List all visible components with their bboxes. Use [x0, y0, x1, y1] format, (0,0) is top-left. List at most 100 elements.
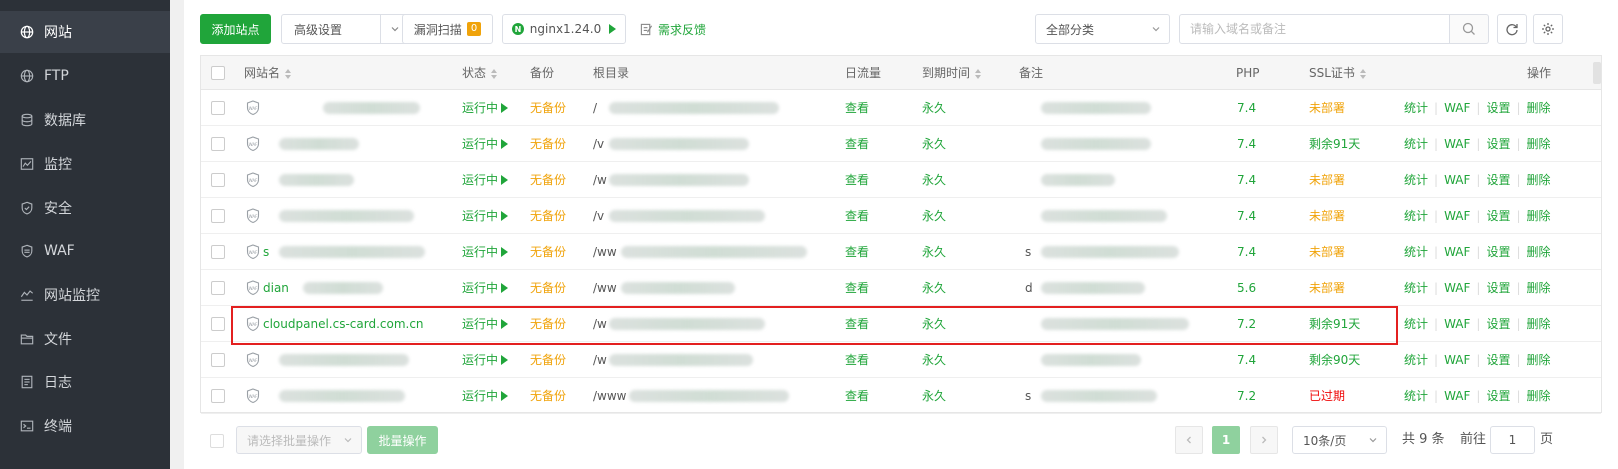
remark-field[interactable]: d [1025, 270, 1033, 306]
traffic-view-link[interactable]: 查看 [845, 162, 869, 198]
delete-link[interactable]: 删除 [1527, 353, 1551, 367]
page-number[interactable]: 1 [1212, 426, 1240, 454]
remark-field[interactable]: s [1025, 378, 1031, 414]
root-dir-link[interactable]: /w [593, 162, 607, 198]
waf-link[interactable]: WAF [1444, 101, 1470, 115]
stats-link[interactable]: 统计 [1404, 137, 1428, 151]
traffic-view-link[interactable]: 查看 [845, 198, 869, 234]
status-toggle[interactable]: 运行中 [462, 306, 509, 342]
expire-date-link[interactable]: 永久 [922, 162, 946, 198]
backup-link[interactable]: 无备份 [530, 342, 566, 378]
sidebar-item-ftp[interactable]: FTP [0, 55, 170, 97]
settings-button[interactable] [1533, 14, 1563, 44]
page-size-select[interactable]: 10条/页 [1292, 426, 1387, 454]
php-version-link[interactable]: 7.4 [1237, 90, 1256, 126]
php-version-link[interactable]: 7.4 [1237, 126, 1256, 162]
root-dir-link[interactable]: /w [593, 306, 607, 342]
col-expire[interactable]: 到期时间 [922, 56, 982, 90]
settings-link[interactable]: 设置 [1486, 353, 1510, 367]
settings-link[interactable]: 设置 [1486, 389, 1510, 403]
ssl-status-link[interactable]: 剩余91天 [1309, 126, 1360, 162]
goto-page-input[interactable] [1490, 426, 1535, 454]
feedback-link[interactable]: 需求反馈 [640, 14, 706, 44]
sidebar-item-website[interactable]: 网站 [0, 11, 170, 53]
settings-link[interactable]: 设置 [1486, 101, 1510, 115]
batch-action-select[interactable]: 请选择批量操作 [236, 426, 362, 454]
row-checkbox[interactable] [211, 317, 225, 331]
expire-date-link[interactable]: 永久 [922, 342, 946, 378]
waf-link[interactable]: WAF [1444, 389, 1470, 403]
delete-link[interactable]: 删除 [1527, 281, 1551, 295]
sidebar-item-security[interactable]: 安全 [0, 187, 170, 229]
status-toggle[interactable]: 运行中 [462, 162, 509, 198]
row-checkbox[interactable] [211, 101, 225, 115]
backup-link[interactable]: 无备份 [530, 234, 566, 270]
status-toggle[interactable]: 运行中 [462, 378, 509, 414]
root-dir-link[interactable]: /ww [593, 270, 617, 306]
sidebar-item-logs[interactable]: 日志 [0, 361, 170, 403]
delete-link[interactable]: 删除 [1527, 209, 1551, 223]
ssl-status-link[interactable]: 剩余90天 [1309, 342, 1360, 378]
php-version-link[interactable]: 7.4 [1237, 234, 1256, 270]
expire-date-link[interactable]: 永久 [922, 198, 946, 234]
sidebar-item-terminal[interactable]: 终端 [0, 405, 170, 447]
traffic-view-link[interactable]: 查看 [845, 306, 869, 342]
root-dir-link[interactable]: /v [593, 126, 604, 162]
remark-field[interactable]: s [1025, 234, 1031, 270]
status-toggle[interactable]: 运行中 [462, 126, 509, 162]
waf-link[interactable]: WAF [1444, 245, 1470, 259]
delete-link[interactable]: 删除 [1527, 317, 1551, 331]
php-version-link[interactable]: 7.4 [1237, 198, 1256, 234]
waf-link[interactable]: WAF [1444, 137, 1470, 151]
waf-link[interactable]: WAF [1444, 209, 1470, 223]
row-checkbox[interactable] [211, 281, 225, 295]
row-checkbox[interactable] [211, 389, 225, 403]
site-name-link[interactable]: dian [263, 270, 289, 306]
stats-link[interactable]: 统计 [1404, 173, 1428, 187]
sidebar-item-waf[interactable]: WAF [0, 230, 170, 272]
stats-link[interactable]: 统计 [1404, 317, 1428, 331]
row-checkbox[interactable] [211, 209, 225, 223]
row-checkbox[interactable] [211, 245, 225, 259]
next-page-button[interactable] [1250, 426, 1278, 454]
root-dir-link[interactable]: /v [593, 198, 604, 234]
delete-link[interactable]: 删除 [1527, 101, 1551, 115]
waf-link[interactable]: WAF [1444, 281, 1470, 295]
settings-link[interactable]: 设置 [1486, 209, 1510, 223]
sidebar-item-monitor[interactable]: 监控 [0, 143, 170, 185]
add-site-button[interactable]: 添加站点 [200, 14, 271, 44]
expire-date-link[interactable]: 永久 [922, 234, 946, 270]
search-input[interactable] [1179, 14, 1450, 44]
settings-link[interactable]: 设置 [1486, 137, 1510, 151]
settings-link[interactable]: 设置 [1486, 173, 1510, 187]
delete-link[interactable]: 删除 [1527, 173, 1551, 187]
expire-date-link[interactable]: 永久 [922, 270, 946, 306]
root-dir-link[interactable]: /w [593, 342, 607, 378]
backup-link[interactable]: 无备份 [530, 378, 566, 414]
vuln-scan-button[interactable]: 漏洞扫描 0 [402, 14, 493, 44]
backup-link[interactable]: 无备份 [530, 90, 566, 126]
stats-link[interactable]: 统计 [1404, 209, 1428, 223]
stats-link[interactable]: 统计 [1404, 353, 1428, 367]
prev-page-button[interactable] [1175, 426, 1203, 454]
ssl-status-link[interactable]: 未部署 [1309, 270, 1345, 306]
settings-link[interactable]: 设置 [1486, 281, 1510, 295]
traffic-view-link[interactable]: 查看 [845, 234, 869, 270]
search-button[interactable] [1449, 14, 1489, 44]
col-status[interactable]: 状态 [462, 56, 498, 90]
advanced-settings-button[interactable]: 高级设置 [281, 14, 381, 44]
php-version-link[interactable]: 7.2 [1237, 378, 1256, 414]
backup-link[interactable]: 无备份 [530, 306, 566, 342]
batch-action-button[interactable]: 批量操作 [367, 426, 438, 454]
traffic-view-link[interactable]: 查看 [845, 378, 869, 414]
delete-link[interactable]: 删除 [1527, 245, 1551, 259]
status-toggle[interactable]: 运行中 [462, 90, 509, 126]
traffic-view-link[interactable]: 查看 [845, 90, 869, 126]
waf-link[interactable]: WAF [1444, 317, 1470, 331]
site-name-link[interactable]: cloudpanel.cs-card.com.cn [263, 306, 424, 342]
backup-link[interactable]: 无备份 [530, 162, 566, 198]
php-version-link[interactable]: 5.6 [1237, 270, 1256, 306]
status-toggle[interactable]: 运行中 [462, 198, 509, 234]
php-version-link[interactable]: 7.4 [1237, 162, 1256, 198]
row-checkbox[interactable] [211, 137, 225, 151]
